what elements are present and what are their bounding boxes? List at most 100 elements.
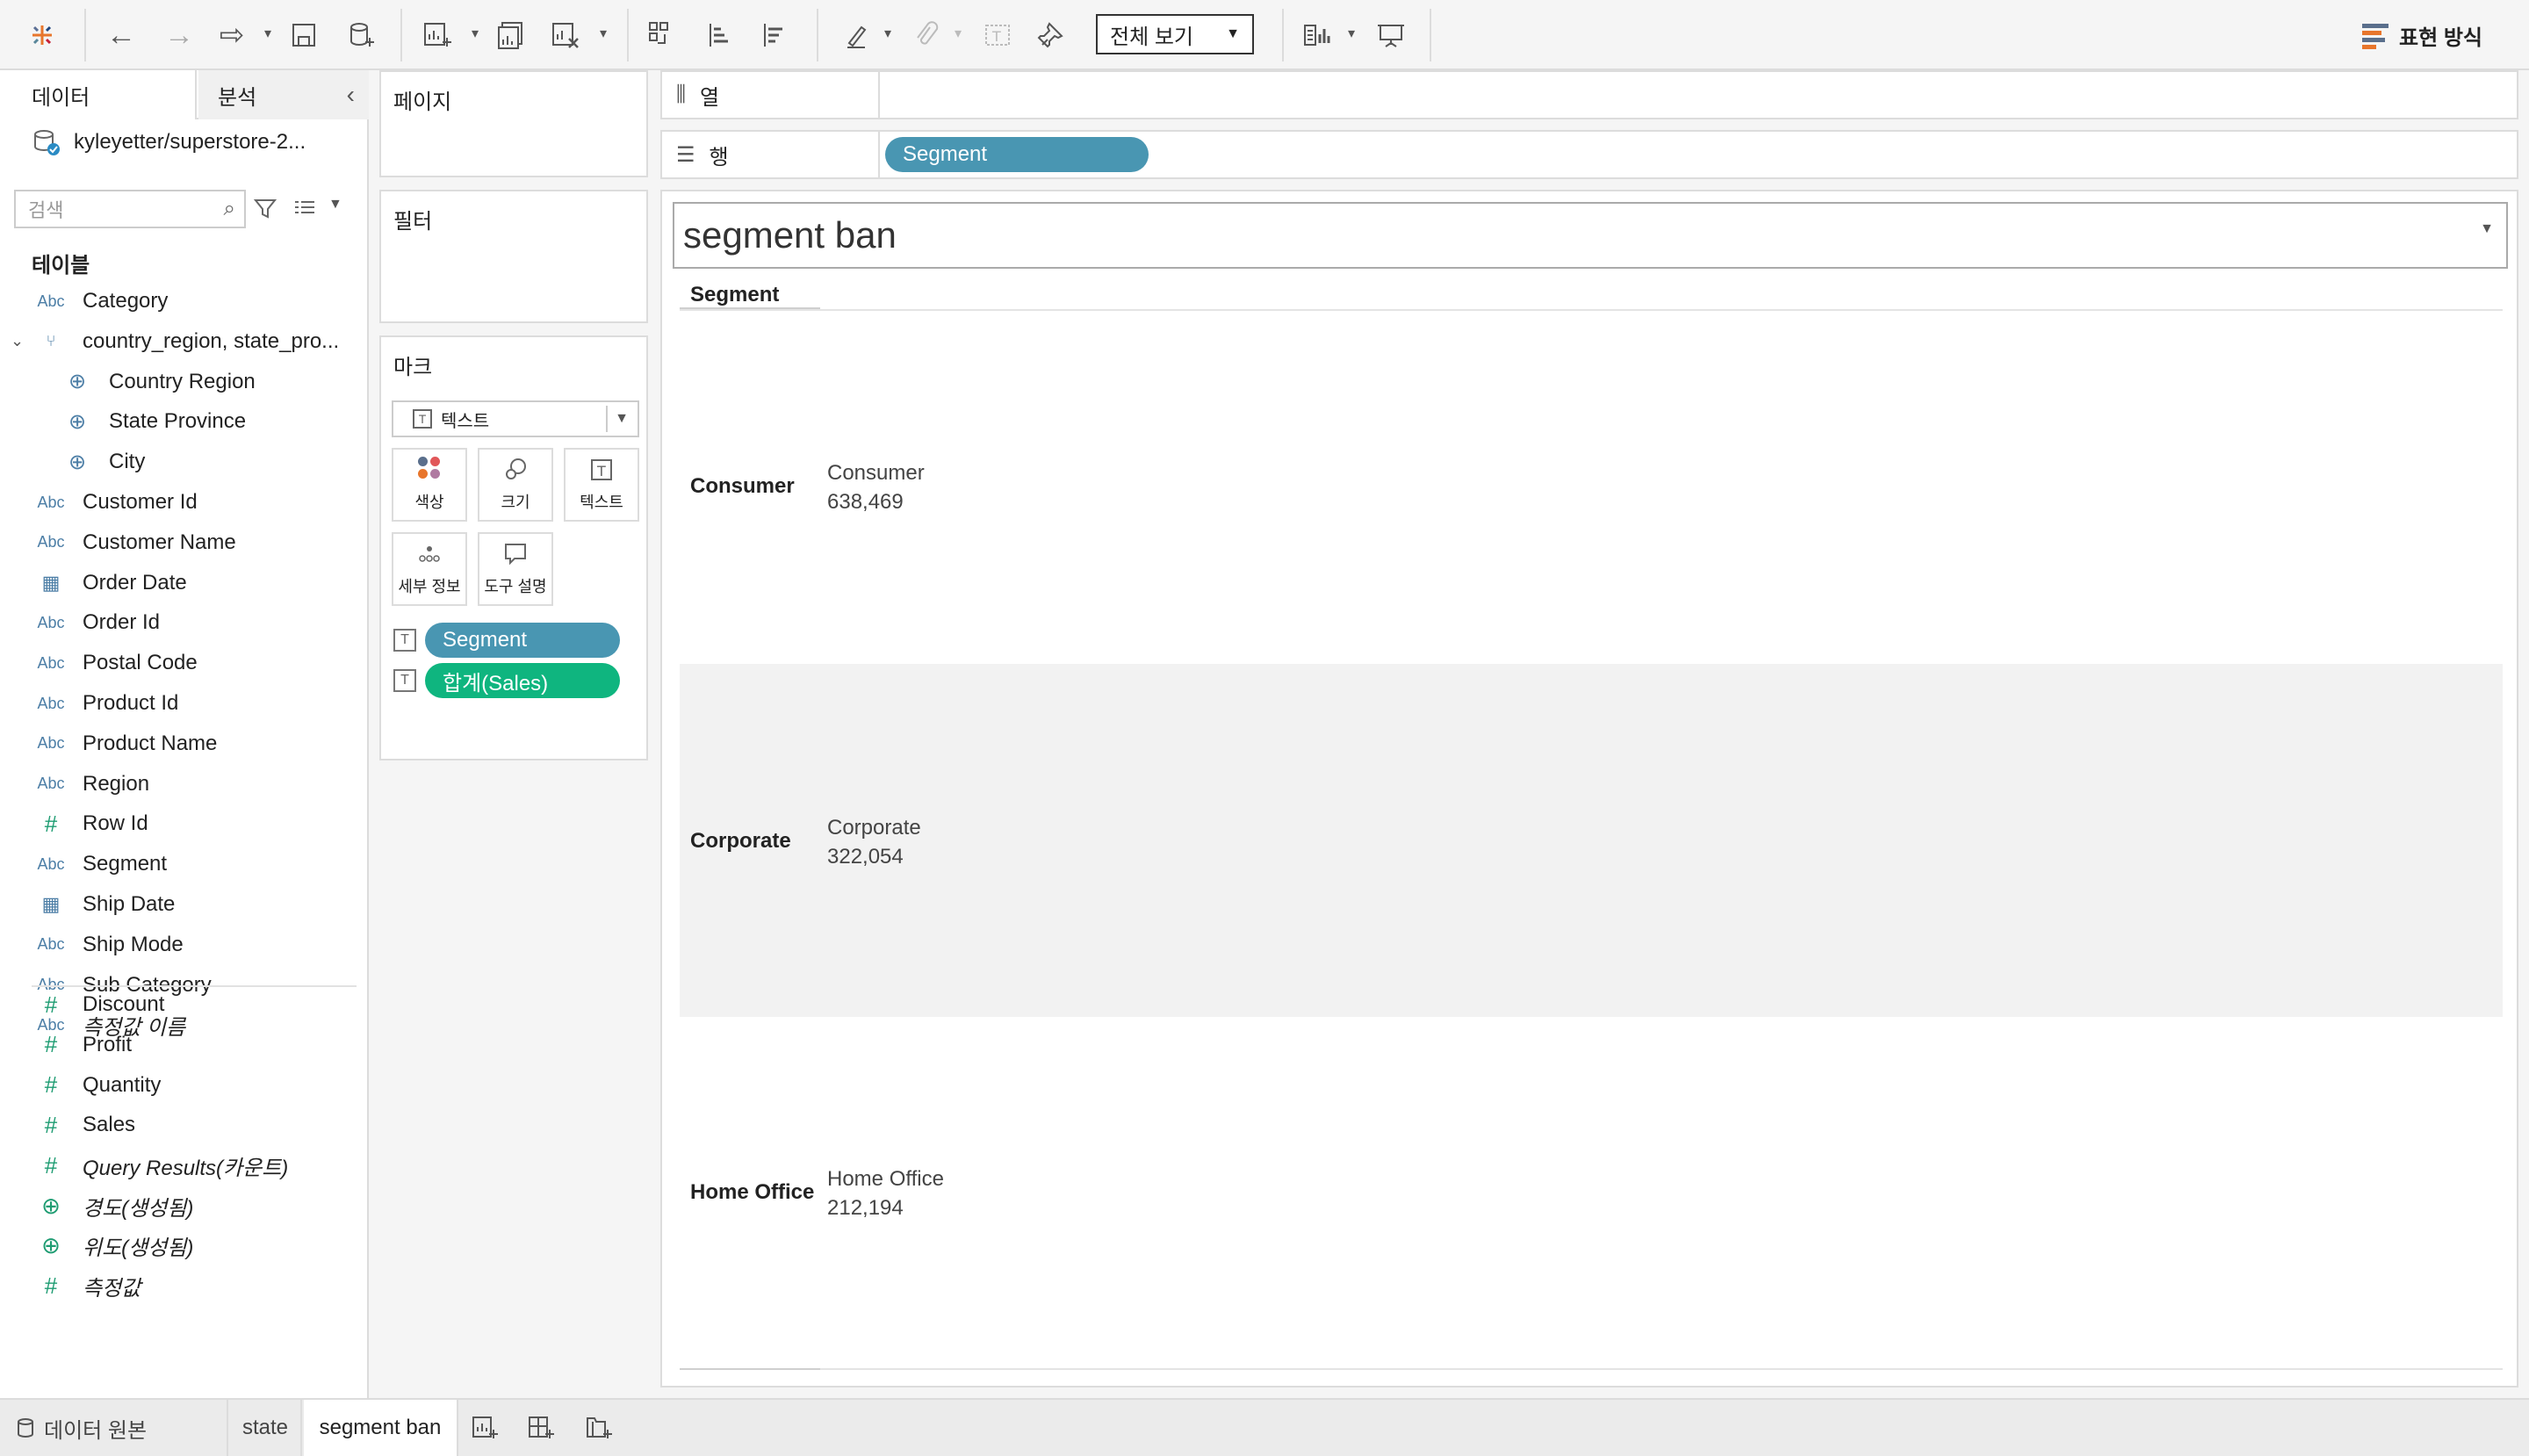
field-item[interactable]: # Query Results(카운트) (0, 1147, 369, 1184)
chevron-down-icon[interactable]: ▾ (880, 25, 896, 42)
worksheet-view: segment ban ▼ Segment Consumer Consumer … (660, 190, 2518, 1388)
sort-ascending-icon[interactable] (699, 14, 741, 56)
field-item[interactable]: # Quantity (0, 1067, 369, 1104)
show-labels-icon[interactable]: T (976, 14, 1019, 56)
field-item[interactable]: ▦ Ship Date (0, 886, 369, 923)
new-dashboard-icon[interactable] (523, 1412, 558, 1444)
field-item[interactable]: ⊕ City (0, 443, 369, 480)
collapse-pane-icon[interactable]: ‹ (347, 81, 355, 109)
row-header[interactable]: Home Office (690, 1180, 814, 1205)
chevron-down-icon[interactable]: ▼ (2480, 221, 2494, 237)
field-search-input[interactable]: 검색 ⌕ (14, 190, 246, 228)
mark-value: 638,469 (827, 490, 904, 514)
sheet-tab-state[interactable]: state (230, 1400, 302, 1456)
columns-shelf[interactable]: ⫼ 열 (660, 70, 2518, 119)
pin-axes-icon[interactable] (1031, 14, 1073, 56)
field-item[interactable]: # Discount (0, 986, 369, 1023)
highlight-icon[interactable] (836, 14, 878, 56)
field-item[interactable]: ⊕ State Province (0, 403, 369, 440)
marks-card-title: 마크 (393, 356, 433, 379)
new-story-icon[interactable] (581, 1412, 616, 1444)
segment-mark-pill[interactable]: Segment (425, 623, 620, 658)
clear-sheet-icon[interactable] (544, 14, 587, 56)
field-item[interactable]: ⊕ 경도(생성됨) (0, 1187, 369, 1224)
chevron-down-icon[interactable]: ▾ (595, 25, 611, 42)
mark-label: Consumer (827, 461, 925, 485)
field-item[interactable]: ⌄ ⑂ country_region, state_pro... (0, 323, 369, 360)
field-item[interactable]: Abc Product Name (0, 725, 369, 762)
size-button[interactable]: 크기 (478, 448, 553, 522)
mark-text[interactable]: Consumer 638,469 (827, 458, 925, 516)
undo-icon[interactable]: ← (100, 14, 142, 56)
tooltip-button-label: 도구 설명 (484, 578, 547, 595)
field-item[interactable]: Abc Category (0, 283, 369, 320)
mark-type-select[interactable]: T 텍스트 ▼ (392, 400, 639, 437)
row-header[interactable]: Corporate (690, 829, 791, 854)
field-item[interactable]: Abc Region (0, 766, 369, 803)
group-members-icon[interactable] (904, 14, 947, 56)
field-item[interactable]: Abc Ship Mode (0, 926, 369, 963)
columns-label-text: 열 (700, 85, 720, 110)
datasource-tab[interactable]: 데이터 원본 (0, 1400, 228, 1456)
field-item[interactable]: Abc Customer Id (0, 484, 369, 521)
view-size-select[interactable]: 전체 보기 ▼ (1096, 14, 1254, 54)
column-header[interactable]: Segment (690, 283, 779, 307)
field-item[interactable]: Abc Postal Code (0, 645, 369, 681)
field-item[interactable]: # Profit (0, 1027, 369, 1063)
mark-text[interactable]: Corporate 322,054 (827, 813, 921, 871)
new-worksheet-icon[interactable] (467, 1412, 502, 1444)
field-item[interactable]: # Sales (0, 1106, 369, 1143)
detail-button[interactable]: 세부 정보 (392, 532, 467, 606)
field-item[interactable]: # 측정값 (0, 1268, 369, 1305)
field-item[interactable]: ▦ Order Date (0, 565, 369, 602)
chevron-down-icon[interactable]: ▾ (467, 25, 483, 42)
field-item[interactable]: Abc Order Id (0, 604, 369, 641)
sheet-tab-segment-ban[interactable]: segment ban (304, 1400, 458, 1456)
field-item[interactable]: Abc Product Id (0, 685, 369, 722)
tableau-logo-icon[interactable] (21, 14, 63, 56)
worksheet-title[interactable]: segment ban ▼ (673, 202, 2508, 269)
duplicate-sheet-icon[interactable] (490, 14, 532, 56)
tab-analytics[interactable]: 분석 ‹ (198, 70, 369, 119)
sum-sales-mark-pill[interactable]: 합계(Sales) (425, 663, 620, 698)
new-worksheet-icon[interactable] (416, 14, 458, 56)
row-header[interactable]: Consumer (690, 474, 795, 499)
datasource-item[interactable]: kyleyetter/superstore-2... (32, 125, 306, 160)
chevron-down-icon[interactable]: ▼ (328, 197, 342, 213)
redo-history-icon[interactable]: ⇨ (211, 14, 253, 56)
abc-dimension-icon: Abc (37, 854, 65, 873)
sort-descending-icon[interactable] (753, 14, 796, 56)
show-cards-icon[interactable] (1298, 14, 1340, 56)
field-item[interactable]: # Row Id (0, 805, 369, 842)
field-item[interactable]: Abc Segment (0, 846, 369, 883)
segment-rows-pill[interactable]: Segment (885, 137, 1149, 172)
filters-shelf[interactable]: 필터 (379, 190, 648, 323)
new-datasource-icon[interactable] (341, 14, 383, 56)
toolbar: ← → ⇨ ▾ ▾ ▾ ▾ ▾ T 전체 보기 ▼ ▾ 표현 방식 (0, 0, 2529, 70)
save-icon[interactable] (283, 14, 325, 56)
datasource-tab-label: 데이터 원본 (44, 1418, 148, 1443)
tooltip-button[interactable]: 도구 설명 (478, 532, 553, 606)
mark-text[interactable]: Home Office 212,194 (827, 1164, 944, 1222)
sheet-tabs-bar: 데이터 원본 state segment ban (0, 1398, 2529, 1456)
tab-data[interactable]: 데이터 (0, 70, 197, 119)
field-item[interactable]: ⊕ 위도(생성됨) (0, 1228, 369, 1265)
chevron-down-icon[interactable]: ⌄ (11, 332, 24, 350)
redo-icon[interactable]: → (158, 14, 200, 56)
chevron-down-icon[interactable]: ▾ (950, 25, 966, 42)
field-item[interactable]: ⊕ Country Region (0, 364, 369, 400)
chevron-down-icon[interactable]: ▾ (1344, 25, 1359, 42)
color-button[interactable]: 색상 (392, 448, 467, 522)
field-item[interactable]: Abc Customer Name (0, 524, 369, 561)
show-me-label: 표현 방식 (2399, 25, 2482, 50)
chevron-down-icon[interactable]: ▾ (260, 25, 276, 42)
pages-shelf[interactable]: 페이지 (379, 70, 648, 177)
presentation-mode-icon[interactable] (1370, 14, 1412, 56)
rows-shelf[interactable]: ☰ 행 Segment (660, 130, 2518, 179)
view-list-icon[interactable] (290, 193, 320, 225)
text-button[interactable]: T 텍스트 (564, 448, 639, 522)
swap-rows-columns-icon[interactable] (641, 14, 683, 56)
show-me-button[interactable]: 표현 방식 (2362, 18, 2482, 53)
mark-pill-row: T 합계(Sales) (393, 662, 620, 699)
filter-icon[interactable] (251, 193, 279, 225)
